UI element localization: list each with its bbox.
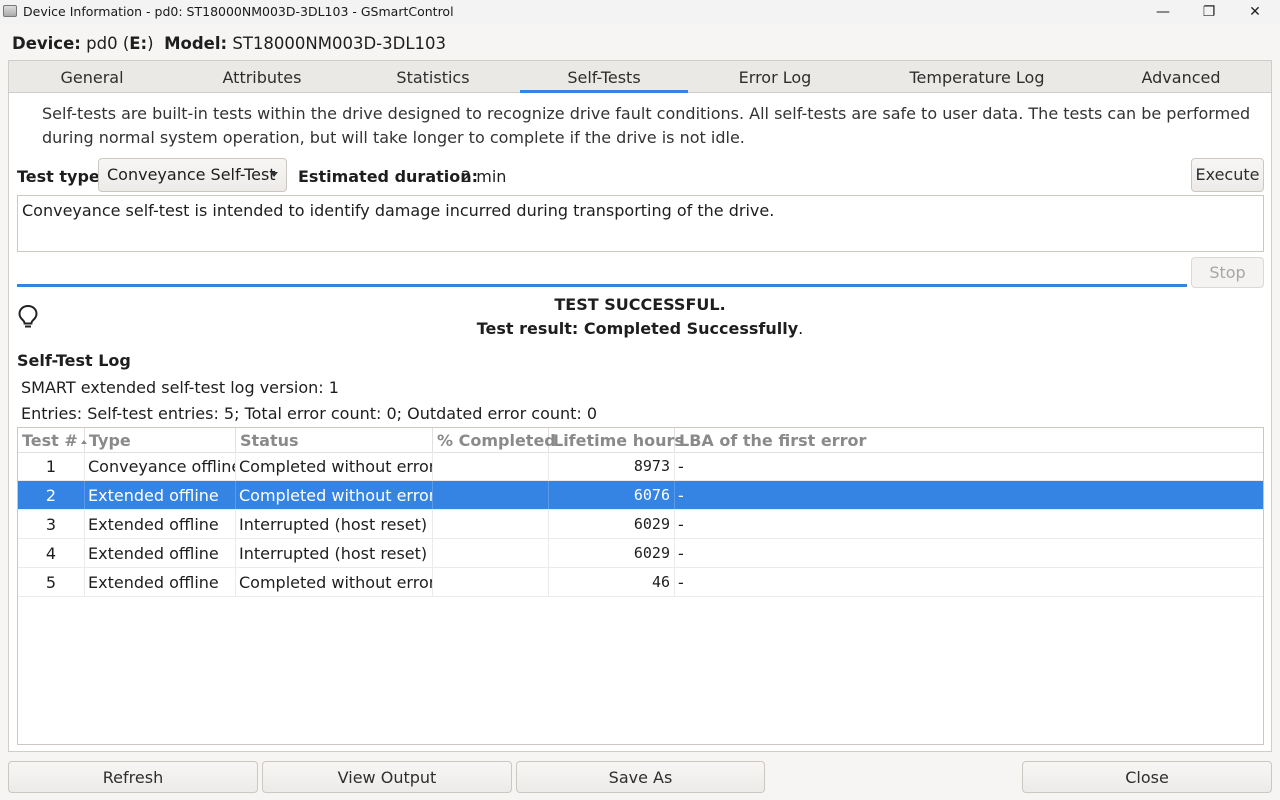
column-header-status[interactable]: Status [236, 428, 433, 452]
result-line: Test result: Completed Successfully. [9, 319, 1271, 338]
cell-type: Extended offline [85, 481, 236, 509]
table-header: Test # Type Status % Completed Lifetime … [18, 428, 1263, 453]
cell-test-num: 4 [18, 539, 85, 567]
stop-button[interactable]: Stop [1191, 257, 1264, 288]
selftest-description: Self-tests are built-in tests within the… [42, 104, 1251, 147]
cell-completed [433, 510, 549, 538]
result-value: Completed Successfully [583, 319, 799, 338]
dropdown-arrow-icon [270, 172, 278, 177]
tab-temperature-log[interactable]: Temperature Log [862, 61, 1092, 92]
tab-advanced[interactable]: Advanced [1096, 61, 1266, 92]
column-header-completed[interactable]: % Completed [433, 428, 556, 452]
cell-type: Conveyance offline [85, 452, 236, 480]
log-entries-text: Entries: Self-test entries: 5; Total err… [21, 404, 598, 423]
self-test-log-table[interactable]: Test # Type Status % Completed Lifetime … [17, 427, 1264, 745]
table-row[interactable]: 1 Conveyance offline Completed without e… [18, 452, 1263, 481]
view-output-button[interactable]: View Output [262, 761, 512, 793]
cell-completed [433, 481, 549, 509]
column-header-test-num[interactable]: Test # [18, 428, 87, 452]
app-disk-icon [3, 5, 17, 17]
cell-completed [433, 568, 549, 596]
tab-self-tests[interactable]: Self-Tests [520, 61, 688, 93]
drive-close-paren: ) [147, 34, 154, 53]
maximize-icon[interactable]: ❐ [1186, 0, 1232, 24]
drive-letter: E: [129, 34, 148, 53]
test-type-value: Conveyance Self-Test [107, 165, 276, 184]
tab-general[interactable]: General [9, 61, 175, 92]
refresh-button[interactable]: Refresh [8, 761, 258, 793]
cell-status: Completed without error [236, 568, 433, 596]
cell-type: Extended offline [85, 539, 236, 567]
close-button[interactable]: Close [1022, 761, 1272, 793]
column-header-lifetime-hours[interactable]: Lifetime hours [549, 428, 684, 452]
cell-lifetime-hours: 6076 [549, 481, 675, 509]
cell-test-num: 3 [18, 510, 85, 538]
device-label: Device: [12, 34, 81, 53]
cell-status: Completed without error [236, 481, 433, 509]
self-test-log-heading: Self-Test Log [17, 351, 131, 370]
cell-completed [433, 539, 549, 567]
tab-attributes[interactable]: Attributes [179, 61, 345, 92]
test-type-label: Test type: [17, 167, 107, 186]
result-label: Test result: [476, 319, 579, 338]
table-row[interactable]: 3 Extended offline Interrupted (host res… [18, 510, 1263, 539]
duration-value: 2 min [461, 167, 507, 186]
cell-lifetime-hours: 6029 [549, 510, 675, 538]
cell-type: Extended offline [85, 510, 236, 538]
table-row-selected[interactable]: 2 Extended offline Completed without err… [18, 481, 1263, 510]
cell-lifetime-hours: 46 [549, 568, 675, 596]
minimize-icon[interactable]: — [1140, 0, 1186, 24]
cell-type: Extended offline [85, 568, 236, 596]
device-name: pd0 [86, 34, 118, 53]
cell-status: Interrupted (host reset) [236, 539, 433, 567]
column-header-type[interactable]: Type [85, 428, 236, 452]
cell-test-num: 1 [18, 452, 85, 480]
cell-lifetime-hours: 8973 [549, 452, 675, 480]
cell-completed [433, 452, 549, 480]
cell-status: Interrupted (host reset) [236, 510, 433, 538]
log-version-text: SMART extended self-test log version: 1 [21, 378, 339, 397]
test-description-box: Conveyance self-test is intended to iden… [17, 195, 1264, 252]
cell-lifetime-hours: 6029 [549, 539, 675, 567]
test-type-combo[interactable]: Conveyance Self-Test [98, 158, 287, 192]
cell-lba: - [678, 515, 684, 534]
cell-lba: - [678, 573, 684, 592]
device-info-line: Device: pd0 (E:) Model: ST18000NM003D-3D… [12, 34, 446, 53]
close-icon[interactable]: ✕ [1232, 0, 1278, 24]
duration-label: Estimated duration: [298, 167, 479, 186]
title-bar: Device Information - pd0: ST18000NM003D-… [0, 0, 1280, 24]
execute-button[interactable]: Execute [1191, 158, 1264, 192]
cell-test-num: 5 [18, 568, 85, 596]
cell-status: Completed without error [236, 452, 433, 480]
cell-lba: - [678, 457, 684, 476]
column-header-lba[interactable]: LBA of the first error [675, 428, 1263, 452]
cell-lba: - [678, 486, 684, 505]
cell-lba: - [678, 544, 684, 563]
table-row[interactable]: 4 Extended offline Interrupted (host res… [18, 539, 1263, 568]
tab-bar: General Attributes Statistics Self-Tests… [9, 61, 1271, 93]
test-progress-bar [17, 284, 1187, 287]
model-label: Model: [164, 34, 228, 53]
result-suffix: . [798, 319, 804, 338]
save-as-button[interactable]: Save As [516, 761, 765, 793]
result-title: TEST SUCCESSFUL. [554, 295, 726, 314]
cell-test-num: 2 [18, 481, 85, 509]
tab-error-log[interactable]: Error Log [692, 61, 858, 92]
window-title: Device Information - pd0: ST18000NM003D-… [23, 4, 454, 19]
tab-statistics[interactable]: Statistics [350, 61, 516, 92]
model-value: ST18000NM003D-3DL103 [232, 34, 447, 53]
tab-notebook: General Attributes Statistics Self-Tests… [8, 60, 1272, 752]
table-row[interactable]: 5 Extended offline Completed without err… [18, 568, 1263, 597]
